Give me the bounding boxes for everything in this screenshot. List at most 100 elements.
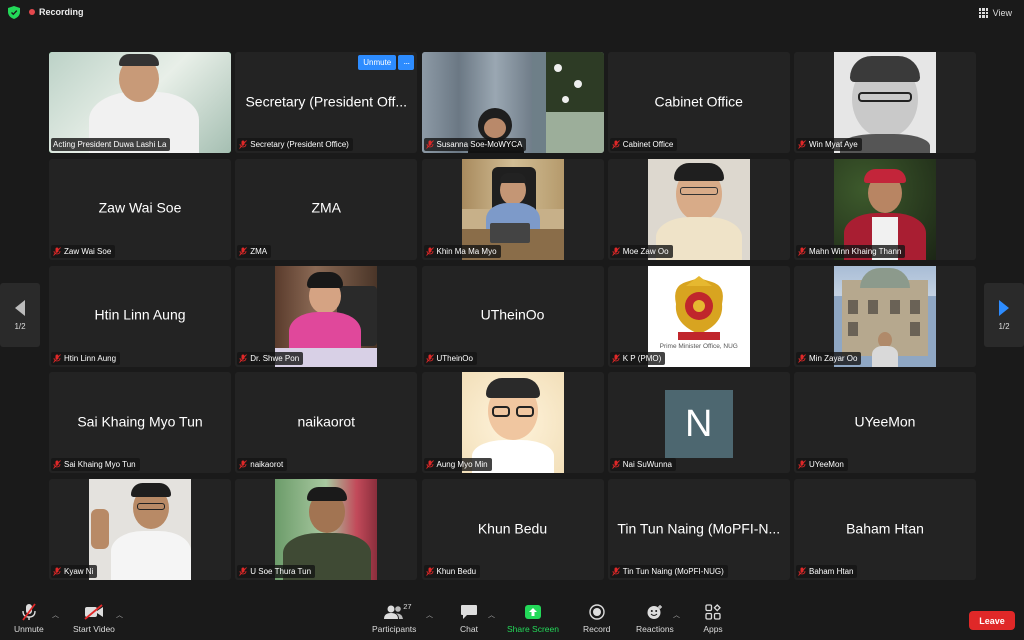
- participants-options-caret-icon[interactable]: ︿: [426, 610, 433, 620]
- participant-display-name: Cabinet Office: [654, 93, 743, 110]
- video-tile[interactable]: Mahn Winn Khaing Thann: [794, 158, 976, 260]
- unmute-label: Unmute: [14, 624, 44, 634]
- participant-name-tag: Mahn Winn Khaing Thann: [796, 244, 906, 258]
- participants-button[interactable]: 27 Participants: [372, 602, 417, 634]
- reactions-button[interactable]: Reactions: [636, 603, 674, 634]
- participant-display-name: Khun Bedu: [477, 520, 548, 537]
- start-video-button[interactable]: Start Video: [73, 603, 115, 634]
- mic-muted-icon: [239, 567, 248, 576]
- mic-muted-icon: [425, 567, 434, 576]
- chat-label: Chat: [460, 624, 478, 634]
- mic-muted-icon: [798, 567, 806, 576]
- participant-name-tag: Aung Myo Min: [423, 458, 492, 472]
- video-options-caret-icon[interactable]: ︿: [116, 610, 123, 620]
- participant-display-name: UTheinOo: [480, 306, 545, 323]
- video-tile[interactable]: Zaw Wai Soe Zaw Wai Soe: [49, 158, 231, 260]
- video-tile[interactable]: naikaorot naikaorot: [235, 372, 418, 474]
- video-tile[interactable]: Acting President Duwa Lashi La: [49, 52, 231, 153]
- video-tile[interactable]: UYeeMon UYeeMon: [794, 372, 976, 474]
- apps-icon: [703, 603, 723, 621]
- video-tile[interactable]: Sai Khaing Myo Tun Sai Khaing Myo Tun: [49, 372, 231, 474]
- gallery-view: Acting President Duwa Lashi La Secretary…: [49, 52, 976, 580]
- video-tile[interactable]: Khun Bedu Khun Bedu: [421, 479, 604, 580]
- smiley-icon: [645, 603, 665, 621]
- video-tile[interactable]: Aung Myo Min: [421, 372, 604, 474]
- video-tile[interactable]: Dr. Shwe Pon: [235, 265, 418, 367]
- participant-name-tag: Nai SuWunna: [609, 458, 676, 472]
- chat-button[interactable]: Chat: [459, 603, 479, 634]
- mic-muted-icon: [425, 140, 434, 149]
- participant-display-name: UYeeMon: [854, 413, 916, 430]
- mic-muted-icon: [425, 246, 434, 256]
- video-tile[interactable]: Susanna Soe-MoWYCA: [421, 52, 604, 153]
- reactions-label: Reactions: [636, 624, 674, 634]
- video-tile[interactable]: Cabinet Office Cabinet Office: [607, 52, 790, 153]
- video-tile[interactable]: Khin Ma Ma Myo: [421, 158, 604, 260]
- microphone-muted-icon: [19, 603, 39, 621]
- video-tile[interactable]: U Soe Thura Tun: [235, 479, 418, 580]
- video-tile[interactable]: Min Zayar Oo: [794, 265, 976, 367]
- video-tile[interactable]: Win Myat Aye: [794, 52, 976, 153]
- participant-name-tag: Sai Khaing Myo Tun: [51, 458, 140, 472]
- next-page-button[interactable]: 1/2: [984, 283, 1024, 347]
- participant-name-tag: Baham Htan: [796, 565, 858, 578]
- top-bar: Recording View: [0, 0, 1024, 26]
- participant-name-tag: Secretary (President Office): [237, 138, 353, 151]
- view-button[interactable]: View: [973, 4, 1018, 22]
- record-button[interactable]: Record: [583, 603, 610, 634]
- start-video-label: Start Video: [73, 624, 115, 634]
- audio-options-caret-icon[interactable]: ︿: [52, 610, 59, 620]
- shield-icon[interactable]: [8, 6, 20, 19]
- participant-name-tag: K P (PMO): [609, 351, 666, 365]
- leave-button[interactable]: Leave: [969, 611, 1015, 630]
- participant-name-tag: UTheinOo: [423, 351, 477, 365]
- mic-muted-icon: [53, 460, 61, 470]
- recording-label: Recording: [39, 7, 84, 17]
- share-screen-icon: [523, 603, 543, 621]
- mic-muted-icon: [798, 140, 806, 149]
- participant-name-tag: naikaorot: [237, 458, 288, 472]
- participant-name-tag: Kyaw Ni: [51, 565, 98, 578]
- participant-name-tag: Win Myat Aye: [796, 138, 862, 151]
- video-tile[interactable]: ZMA ZMA: [235, 158, 418, 260]
- participant-video: [89, 479, 191, 580]
- participant-name-tag: ZMA: [237, 244, 272, 258]
- mic-muted-icon: [53, 567, 61, 576]
- participant-name-tag: U Soe Thura Tun: [237, 565, 316, 578]
- video-tile[interactable]: Moe Zaw Oo: [607, 158, 790, 260]
- apps-button[interactable]: Apps: [703, 603, 723, 634]
- mic-muted-icon: [239, 246, 248, 256]
- participant-display-name: Secretary (President Off...: [245, 93, 408, 110]
- unmute-participant-button[interactable]: Unmute: [358, 55, 397, 70]
- video-camera-off-icon: [84, 603, 104, 621]
- previous-page-button[interactable]: 1/2: [0, 283, 40, 347]
- unmute-button[interactable]: Unmute: [14, 603, 44, 634]
- mic-muted-icon: [53, 353, 61, 363]
- avatar: N: [664, 390, 733, 459]
- participants-label: Participants: [372, 624, 417, 634]
- video-tile[interactable]: Prime Minister Office, NUG K P (PMO): [607, 265, 790, 367]
- video-tile[interactable]: Htin Linn Aung Htin Linn Aung: [49, 265, 231, 367]
- more-options-button[interactable]: ···: [398, 55, 415, 70]
- participant-display-name: Zaw Wai Soe: [98, 199, 182, 216]
- video-tile[interactable]: UTheinOo UTheinOo: [421, 265, 604, 367]
- share-screen-button[interactable]: Share Screen: [507, 603, 559, 634]
- video-tile[interactable]: N Nai SuWunna: [607, 372, 790, 474]
- mic-muted-icon: [53, 246, 61, 256]
- record-label: Record: [583, 624, 611, 634]
- recording-indicator[interactable]: Recording: [29, 7, 84, 17]
- video-tile[interactable]: Baham Htan Baham Htan: [794, 479, 976, 580]
- mic-muted-icon: [239, 353, 248, 363]
- participant-display-name: ZMA: [311, 199, 342, 216]
- participants-icon: 27: [384, 602, 412, 621]
- video-tile[interactable]: Secretary (President Off... Unmute ··· S…: [235, 52, 418, 153]
- video-tile[interactable]: Tin Tun Naing (MoPFI-N... Tin Tun Naing …: [607, 479, 790, 580]
- mic-muted-icon: [798, 246, 806, 256]
- video-tile[interactable]: Kyaw Ni: [49, 479, 231, 580]
- mic-muted-icon: [611, 353, 620, 363]
- chat-options-caret-icon[interactable]: ︿: [488, 610, 495, 620]
- mic-muted-icon: [798, 353, 806, 363]
- participant-name-tag: Tin Tun Naing (MoPFI-NUG): [609, 565, 728, 578]
- mic-muted-icon: [611, 140, 620, 149]
- reactions-options-caret-icon[interactable]: ︿: [673, 610, 680, 620]
